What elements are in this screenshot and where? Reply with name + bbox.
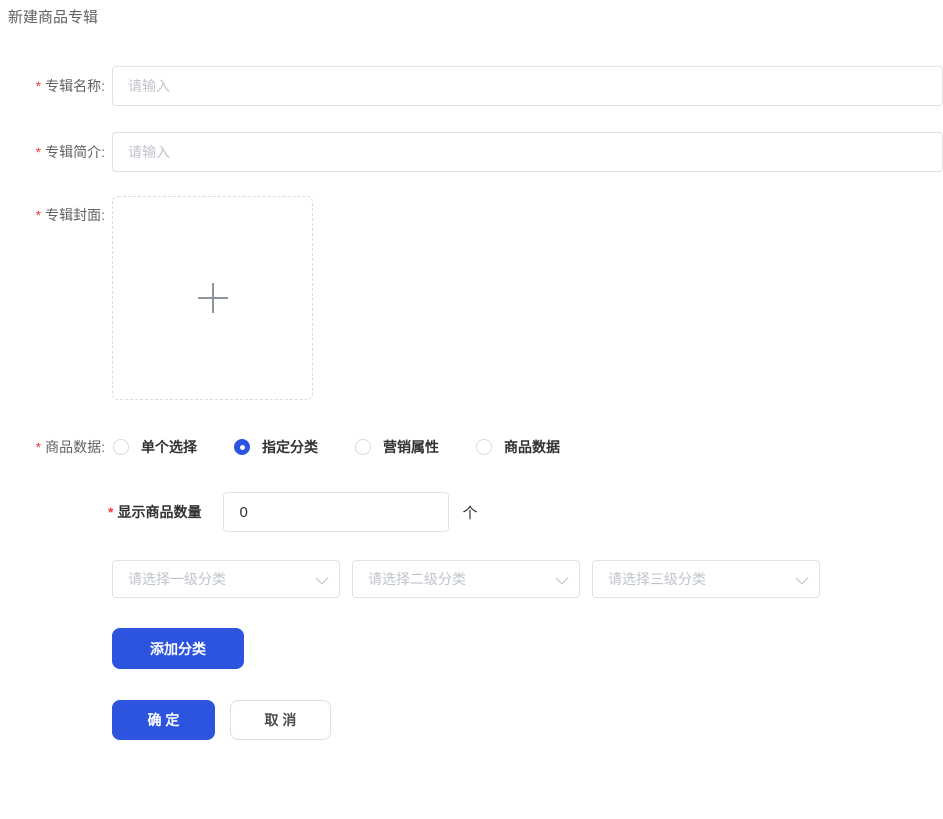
level2-category-select[interactable]: 请选择二级分类 (352, 560, 580, 598)
radio-circle-checked (234, 439, 250, 455)
radio-marketing-attribute[interactable]: 营销属性 (355, 437, 439, 457)
album-name-row: * 专辑名称: (0, 66, 943, 106)
album-cover-label: * 专辑封面: (35, 207, 105, 223)
radio-single-select[interactable]: 单个选择 (113, 437, 197, 457)
page-title: 新建商品专辑 (8, 9, 99, 26)
radio-circle (355, 439, 371, 455)
product-data-row: * 商品数据: 单个选择 指定分类 营销属性 商品数据 (0, 437, 943, 457)
new-album-page: 新建商品专辑 *专辑名称: *专辑简介: *专辑封面: *商品数据: 单个选择 … (0, 0, 943, 819)
required-mark: * (35, 439, 42, 455)
product-data-label: * 商品数据: (35, 439, 105, 455)
product-data-radio-group: 单个选择 指定分类 营销属性 商品数据 (113, 437, 597, 457)
album-cover-row: * 专辑封面: (0, 196, 943, 400)
display-count-row: *显示商品数量 个 (108, 492, 943, 532)
album-intro-input[interactable] (112, 132, 943, 172)
plus-icon (197, 283, 228, 313)
cover-upload-box[interactable] (112, 196, 313, 400)
album-name-input[interactable] (112, 66, 943, 106)
cancel-button[interactable]: 取 消 (230, 700, 331, 740)
album-intro-label: * 专辑简介: (35, 144, 105, 160)
category-select-row: 请选择一级分类 请选择二级分类 请选择三级分类 (112, 560, 943, 598)
radio-circle (476, 439, 492, 455)
required-mark: * (35, 207, 42, 223)
album-name-label: * 专辑名称: (35, 78, 105, 94)
required-mark: * (108, 504, 114, 520)
add-category-row: 添加分类 (0, 628, 943, 669)
required-mark: * (35, 78, 42, 94)
chevron-down-icon (555, 571, 569, 584)
radio-specified-category[interactable]: 指定分类 (234, 437, 318, 457)
level3-category-select[interactable]: 请选择三级分类 (592, 560, 820, 598)
display-count-label: * 显示商品数量 (108, 504, 202, 520)
required-mark: * (35, 144, 42, 160)
radio-product-data[interactable]: 商品数据 (476, 437, 560, 457)
action-row: 确 定 取 消 (112, 700, 943, 740)
confirm-button[interactable]: 确 定 (112, 700, 215, 740)
display-count-input[interactable] (223, 492, 450, 532)
add-category-button[interactable]: 添加分类 (112, 628, 244, 669)
display-count-unit: 个 (462, 504, 478, 522)
radio-circle (113, 439, 129, 455)
chevron-down-icon (795, 571, 809, 584)
level1-category-select[interactable]: 请选择一级分类 (112, 560, 340, 598)
chevron-down-icon (315, 571, 329, 584)
album-intro-row: * 专辑简介: (0, 132, 943, 172)
